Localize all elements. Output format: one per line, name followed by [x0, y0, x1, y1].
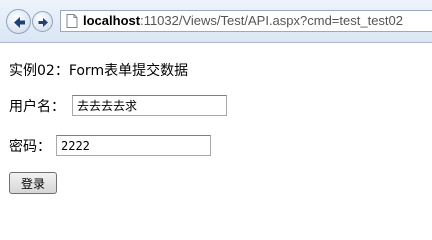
username-input[interactable]: [72, 95, 227, 116]
password-label: 密码：: [9, 139, 51, 155]
browser-toolbar: localhost:11032/Views/Test/API.aspx?cmd=…: [0, 0, 432, 43]
url-path: :11032/Views/Test/API.aspx?cmd=test_test…: [140, 13, 403, 28]
forward-button[interactable]: [32, 11, 53, 32]
back-arrow-icon: [14, 17, 25, 28]
login-button[interactable]: 登录: [9, 172, 57, 194]
page-icon: [66, 14, 78, 28]
username-label: 用户名：: [9, 99, 65, 115]
url-text: localhost:11032/Views/Test/API.aspx?cmd=…: [83, 13, 403, 28]
forward-arrow-icon: [38, 18, 48, 27]
password-input[interactable]: [56, 135, 211, 156]
address-bar[interactable]: localhost:11032/Views/Test/API.aspx?cmd=…: [60, 10, 432, 32]
back-button[interactable]: [6, 9, 31, 34]
url-host: localhost: [83, 13, 141, 28]
page-heading: 实例02：Form表单提交数据: [9, 63, 189, 79]
